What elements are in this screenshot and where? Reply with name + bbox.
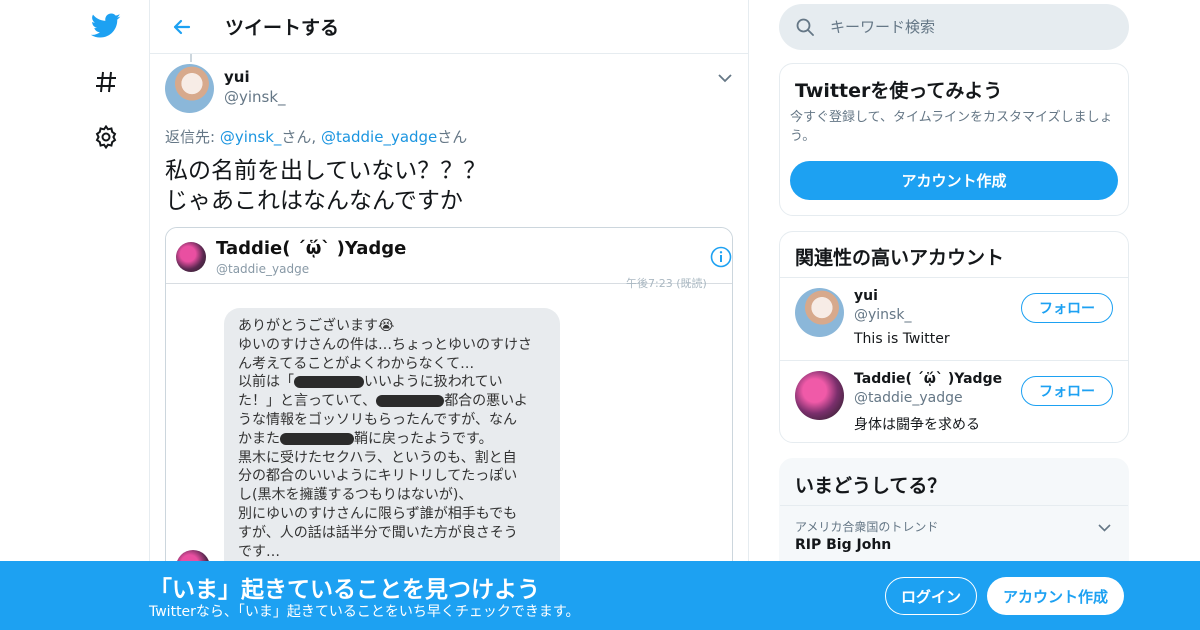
message-line: 別にゆいのすけさんに限らず誰が相手もでも — [238, 505, 518, 522]
related-account-item[interactable]: yui @yinsk_ This is Twitter フォロー — [780, 277, 1128, 360]
message-line: かまた — [238, 430, 280, 447]
trend-name[interactable]: RIP Big John — [795, 537, 891, 553]
trend-context: アメリカ合衆国のトレンド — [795, 520, 939, 534]
message-line: 都合の悪いよ — [444, 393, 528, 410]
message-line: 以前は「 — [238, 374, 294, 391]
related-account-bio: This is Twitter — [854, 331, 950, 347]
info-icon — [710, 246, 732, 268]
main-column: ツイートする yui @yinsk_ 返信先: @yinsk_さん, @tadd… — [149, 0, 749, 630]
search-box[interactable] — [779, 4, 1129, 50]
message-line: いいように扱われてい — [364, 374, 503, 391]
related-account-item[interactable]: Taddie( ˊᾥˋ )Yadge @taddie_yadge 身体は闘争を求… — [780, 360, 1128, 442]
reply-suffix: さん — [437, 128, 468, 146]
banner-title: 「いま」起きていることを見つけよう — [149, 577, 540, 603]
related-account-handle: @yinsk_ — [854, 307, 912, 323]
message-line: 分の都合のいいようにキリトリしてたっぽい — [238, 468, 518, 485]
search-icon — [795, 17, 815, 37]
avatar[interactable] — [795, 288, 844, 337]
gear-icon[interactable] — [90, 121, 122, 153]
redaction-mark — [280, 432, 354, 445]
related-accounts-card: 関連性の高いアカウント yui @yinsk_ This is Twitter … — [779, 231, 1129, 443]
tweet-text: 私の名前を出していない？？？ じゃあこれはなんなんですか — [165, 158, 487, 214]
trends-title: いまどうしてる？ — [795, 475, 947, 497]
chevron-down-icon[interactable] — [1094, 518, 1114, 538]
related-account-handle: @taddie_yadge — [854, 390, 963, 406]
message-line: ん考えてることがよくわからなくて… — [238, 355, 475, 372]
related-title: 関連性の高いアカウント — [795, 247, 1005, 269]
reply-user-link[interactable]: @yinsk_ — [220, 128, 282, 146]
related-account-name[interactable]: yui — [854, 288, 878, 304]
header: ツイートする — [150, 0, 748, 54]
message-line: ゆいのすけさんの件は…ちょっとゆいのすけさ — [238, 336, 532, 353]
reply-separator: さん, — [281, 128, 321, 146]
message-line: ありがとうございます😭 — [238, 318, 395, 334]
message-line: 黒木に受けたセクハラ、というのも、割と自 — [238, 449, 517, 466]
redaction-mark — [376, 395, 445, 408]
login-button[interactable]: ログイン — [885, 577, 977, 615]
signup-description: 今すぐ登録して、タイムラインをカスタマイズしましょう。 — [790, 110, 1113, 144]
follow-button[interactable]: フォロー — [1021, 376, 1113, 406]
trend-item[interactable]: アメリカ合衆国のトレンド RIP Big John — [780, 505, 1128, 565]
media-author-name: Taddie( ˊᾥˋ )Yadge — [216, 238, 407, 259]
create-account-button[interactable]: アカウント作成 — [790, 161, 1118, 200]
message-line: です… — [238, 543, 280, 560]
related-account-name[interactable]: Taddie( ˊᾥˋ )Yadge — [854, 371, 1002, 387]
search-input[interactable] — [830, 18, 1090, 36]
signup-banner: 「いま」起きていることを見つけよう Twitterなら、「いま」起きていることを… — [0, 561, 1200, 630]
message-line: すが、人の話は話半分で聞いた方が良さそう — [238, 524, 518, 541]
back-arrow-icon[interactable] — [166, 11, 198, 43]
follow-button[interactable]: フォロー — [1021, 293, 1113, 323]
redaction-mark — [294, 376, 364, 389]
avatar[interactable] — [795, 371, 844, 420]
avatar — [176, 242, 206, 272]
twitter-logo-icon[interactable] — [90, 10, 122, 42]
signup-title: Twitterを使ってみよう — [795, 80, 1003, 102]
thread-line — [190, 54, 192, 62]
signup-card: Twitterを使ってみよう 今すぐ登録して、タイムラインをカスタマイズしましょ… — [779, 63, 1129, 216]
page-title: ツイートする — [225, 17, 340, 39]
message-line: し(黒木を擁護するつもりはないが)、 — [238, 487, 473, 504]
reply-prefix: 返信先: — [165, 128, 220, 146]
reply-user-link[interactable]: @taddie_yadge — [321, 128, 437, 146]
media-timestamp: 午後7:23 (既読) — [626, 277, 707, 290]
media-author-handle: @taddie_yadge — [216, 262, 310, 276]
hashtag-icon[interactable] — [90, 66, 122, 98]
banner-subtitle: Twitterなら、「いま」起きていることをいち早くチェックできます。 — [149, 604, 580, 620]
reply-to-line: 返信先: @yinsk_さん, @taddie_yadgeさん — [165, 126, 467, 147]
message-line: た！」と言っていて、 — [238, 393, 377, 410]
tweet-author-name[interactable]: yui — [224, 68, 250, 86]
create-account-button[interactable]: アカウント作成 — [987, 577, 1124, 615]
page: ツイートする yui @yinsk_ 返信先: @yinsk_さん, @tadd… — [0, 0, 1200, 630]
chevron-down-icon[interactable] — [715, 68, 735, 88]
message-line: うな情報をゴッソリもらったんですが、なん — [238, 411, 518, 428]
tweet-author-handle[interactable]: @yinsk_ — [224, 88, 286, 106]
related-account-bio: 身体は闘争を求める — [854, 417, 980, 433]
avatar[interactable] — [165, 64, 214, 113]
message-line: 鞘に戻ったようです。 — [354, 430, 493, 447]
